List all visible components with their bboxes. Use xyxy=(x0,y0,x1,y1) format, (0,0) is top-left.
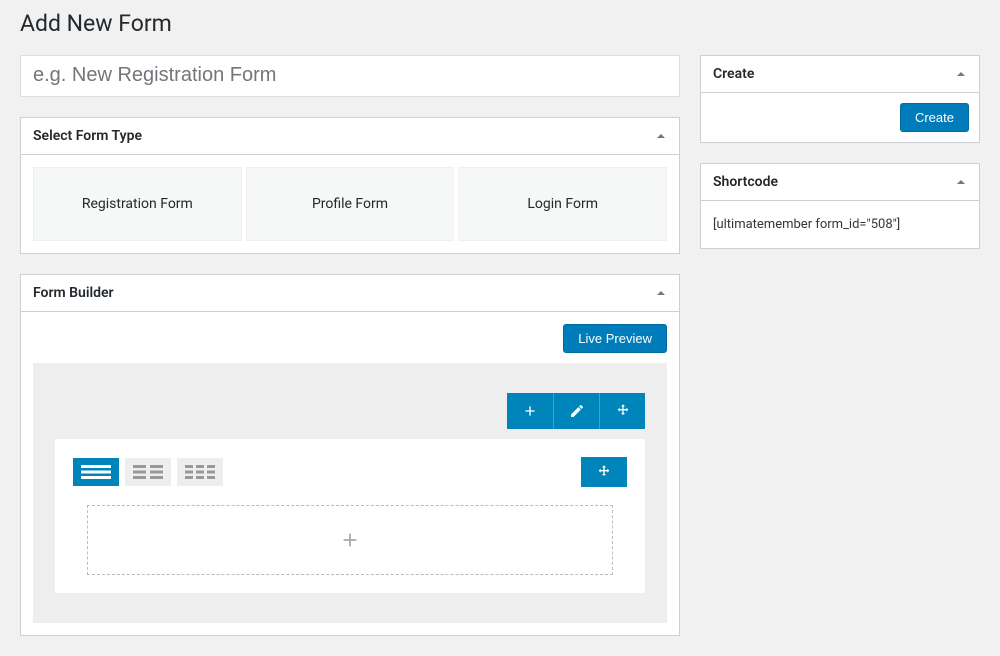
add-row-button[interactable] xyxy=(507,393,553,429)
form-builder-title: Form Builder xyxy=(21,275,126,311)
form-type-label: Login Form xyxy=(527,196,598,212)
move-column-button[interactable] xyxy=(581,457,627,487)
create-button[interactable]: Create xyxy=(900,103,969,132)
move-icon xyxy=(615,403,631,419)
chevron-up-icon xyxy=(955,68,967,80)
layout-three-column-button[interactable] xyxy=(177,458,223,486)
form-type-label: Registration Form xyxy=(82,196,193,212)
collapse-toggle[interactable] xyxy=(943,56,979,92)
select-form-type-title: Select Form Type xyxy=(21,118,154,154)
collapse-toggle[interactable] xyxy=(643,275,679,311)
form-builder-panel: Form Builder Live Preview xyxy=(20,274,680,636)
move-icon xyxy=(596,464,612,480)
shortcode-panel-title: Shortcode xyxy=(701,164,790,200)
two-column-icon xyxy=(133,465,163,479)
form-type-login[interactable]: Login Form xyxy=(458,167,667,241)
shortcode-panel: Shortcode [ultimatemember form_id="508"] xyxy=(700,163,980,249)
chevron-up-icon xyxy=(655,130,667,142)
form-type-label: Profile Form xyxy=(312,196,388,212)
plus-icon xyxy=(522,403,538,419)
layout-two-column-button[interactable] xyxy=(125,458,171,486)
form-name-input[interactable] xyxy=(20,55,680,97)
layout-one-column-button[interactable] xyxy=(73,458,119,486)
chevron-up-icon xyxy=(955,176,967,188)
form-type-profile[interactable]: Profile Form xyxy=(246,167,455,241)
pencil-icon xyxy=(569,403,585,419)
builder-canvas xyxy=(33,363,667,623)
edit-row-button[interactable] xyxy=(553,393,599,429)
three-column-icon xyxy=(185,465,215,479)
create-panel-title: Create xyxy=(701,56,766,92)
create-panel: Create Create xyxy=(700,55,980,143)
select-form-type-panel: Select Form Type Registration Form Profi… xyxy=(20,117,680,254)
builder-row xyxy=(55,439,645,593)
shortcode-value: [ultimatemember form_id="508"] xyxy=(713,213,967,236)
chevron-up-icon xyxy=(655,287,667,299)
collapse-toggle[interactable] xyxy=(643,118,679,154)
add-field-dropzone[interactable] xyxy=(87,505,613,575)
collapse-toggle[interactable] xyxy=(943,164,979,200)
page-title: Add New Form xyxy=(20,0,980,43)
live-preview-button[interactable]: Live Preview xyxy=(563,324,667,353)
form-type-registration[interactable]: Registration Form xyxy=(33,167,242,241)
one-column-icon xyxy=(81,465,111,479)
plus-icon xyxy=(339,529,361,551)
move-row-button[interactable] xyxy=(599,393,645,429)
